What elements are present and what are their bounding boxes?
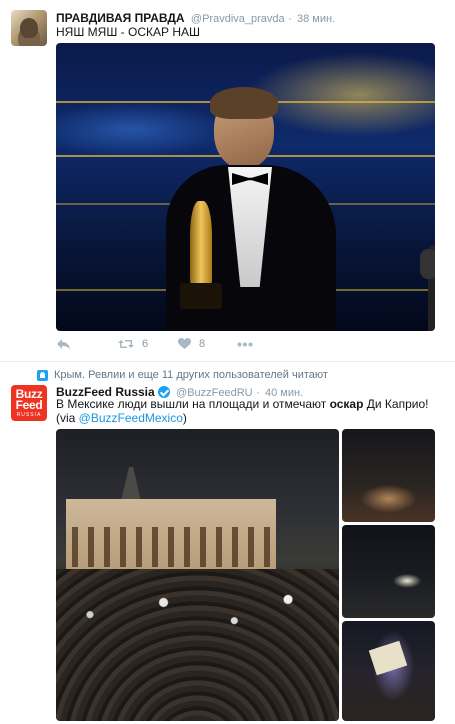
tweet-text-part: ) (182, 411, 187, 425)
like-count: 8 (199, 338, 206, 350)
tweet-keyword: оскар (329, 397, 364, 411)
tweet-photo[interactable] (342, 525, 435, 618)
tweet-photo[interactable] (56, 43, 435, 331)
oscar-statuette (190, 201, 212, 287)
user-fullname[interactable]: ПРАВДИВАЯ ПРАВДА (56, 11, 185, 25)
separator-dot: · (287, 13, 292, 25)
social-context[interactable]: Крым. Ревлии и еще 11 других пользовател… (37, 368, 328, 382)
tweet[interactable]: ПРАВДИВАЯ ПРАВДА @Pravdiva_pravda · 38 м… (0, 0, 455, 362)
tweet-text-part: В Мексике люди вышли на площади и отмеча… (56, 397, 330, 411)
user-avatar[interactable] (11, 10, 47, 46)
crowd (56, 569, 339, 721)
tweet-timestamp[interactable]: 38 мин. (297, 13, 335, 25)
user-avatar[interactable]: Buzz Feed RUSSIA (11, 385, 47, 421)
retweet-icon (118, 338, 134, 350)
mention-link[interactable]: @BuzzFeedMexico (79, 411, 183, 425)
tweet-actions: 6 8 (56, 338, 316, 354)
protest-sign (368, 640, 408, 676)
avatar-logo-text: Feed (15, 397, 43, 412)
heart-icon (178, 338, 191, 350)
more-button[interactable] (237, 342, 253, 347)
tweet-text: НЯШ МЯШ - ОСКАР НАШ (56, 25, 200, 39)
more-icon (237, 342, 253, 347)
reply-icon (56, 338, 71, 350)
avatar-logo-text: RUSSIA (16, 411, 42, 418)
tweet-photo[interactable] (342, 429, 435, 522)
photo-subject (166, 73, 435, 331)
tweet[interactable]: Крым. Ревлии и еще 11 других пользовател… (0, 362, 455, 724)
user-handle[interactable]: @Pravdiva_pravda (191, 13, 285, 25)
follower-icon (37, 369, 48, 381)
tweet-photo[interactable] (342, 621, 435, 721)
tweet-photo[interactable] (56, 429, 339, 721)
reply-button[interactable] (56, 338, 71, 350)
tweet-text: В Мексике люди вышли на площади и отмеча… (56, 397, 441, 425)
retweet-count: 6 (142, 338, 149, 350)
like-button[interactable]: 8 (178, 338, 205, 350)
retweet-button[interactable]: 6 (118, 338, 148, 350)
social-context-text: Крым. Ревлии и еще 11 других пользовател… (54, 369, 328, 381)
tweet-header: ПРАВДИВАЯ ПРАВДА @Pravdiva_pravda · 38 м… (56, 11, 335, 26)
